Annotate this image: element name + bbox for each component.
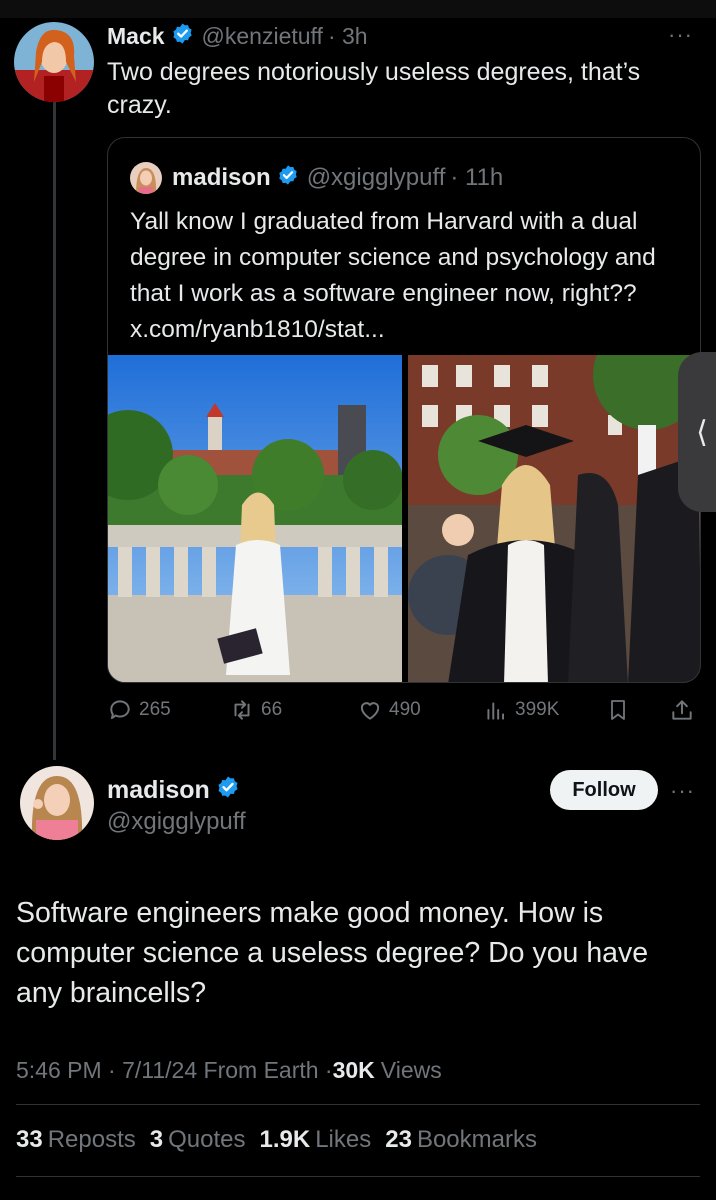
bookmark-button[interactable] <box>606 692 630 728</box>
avatar[interactable] <box>20 766 94 840</box>
divider <box>16 1104 700 1105</box>
share-icon <box>669 697 695 723</box>
tweet-text: Two degrees notoriously useless degrees,… <box>107 58 641 119</box>
quote-image-2[interactable] <box>408 355 700 682</box>
quoted-tweet[interactable]: madison @xgigglypuff · 11h Yall know I g… <box>107 137 701 683</box>
quote-author-handle[interactable]: @xgigglypuff <box>307 164 446 192</box>
verified-badge-icon <box>171 22 194 51</box>
reply-count: 265 <box>139 699 171 720</box>
more-options-icon[interactable]: ··· <box>670 778 695 804</box>
verified-badge-icon <box>277 164 299 193</box>
views-count: 30K <box>332 1056 375 1083</box>
avatar[interactable] <box>14 22 94 102</box>
like-button[interactable]: 490 <box>357 692 421 728</box>
views-button[interactable]: 399K <box>483 692 559 728</box>
tweet-meta: 5:46 PM · 7/11/24 From Earth · 30K Views <box>16 1052 442 1088</box>
quote-text: Yall know I graduated from Harvard with … <box>130 208 656 343</box>
bookmark-icon <box>606 697 630 723</box>
timestamp[interactable]: · 3h <box>328 23 368 50</box>
author-name[interactable]: Mack <box>107 23 165 50</box>
quote-media <box>108 355 700 682</box>
more-options-icon[interactable]: ··· <box>668 22 693 48</box>
action-bar: 265 66 490 399K <box>107 692 701 728</box>
repost-count: 66 <box>261 699 283 720</box>
divider <box>16 1176 700 1177</box>
like-icon <box>357 697 383 723</box>
quote-image-1[interactable] <box>108 355 402 682</box>
reply-icon <box>107 697 133 723</box>
follow-button[interactable]: Follow <box>550 770 658 810</box>
quotes-stat[interactable]: 3 Quotes <box>150 1126 246 1154</box>
verified-badge-icon <box>216 775 240 806</box>
status-bar <box>0 0 716 18</box>
quote-timestamp[interactable]: · 11h <box>450 164 503 192</box>
engagement-stats: 33 Reposts 3 Quotes 1.9K Likes 23 Bookmarks <box>16 1120 551 1160</box>
like-count: 490 <box>389 699 421 720</box>
author-handle[interactable]: @xgigglypuff <box>107 808 246 836</box>
quote-header: madison @xgigglypuff · 11h <box>130 160 503 196</box>
chevron-left-icon: ⟨ <box>696 415 708 449</box>
share-button[interactable] <box>669 692 695 728</box>
likes-stat[interactable]: 1.9K Likes <box>260 1126 372 1154</box>
author-name[interactable]: madison <box>107 776 210 805</box>
bookmarks-stat[interactable]: 23 Bookmarks <box>385 1126 537 1154</box>
quote-author-name[interactable]: madison <box>172 164 271 192</box>
repost-icon <box>229 697 255 723</box>
thread-line <box>53 100 56 760</box>
repost-button[interactable]: 66 <box>229 692 282 728</box>
views-label: Views <box>380 1056 442 1083</box>
author-info: madison <box>107 772 248 808</box>
views-icon <box>483 697 509 723</box>
author-handle[interactable]: @kenzietuff <box>202 23 323 50</box>
side-panel-handle[interactable]: ⟨ <box>678 352 716 512</box>
tweet-text: Software engineers make good money. How … <box>16 897 649 1009</box>
timestamp[interactable]: 5:46 PM · 7/11/24 From Earth · <box>16 1057 333 1084</box>
reply-button[interactable]: 265 <box>107 692 171 728</box>
views-count: 399K <box>515 699 560 720</box>
reposts-stat[interactable]: 33 Reposts <box>16 1126 136 1154</box>
quote-avatar <box>130 162 162 194</box>
tweet-header: Mack @kenzietuff · 3h <box>107 20 368 52</box>
